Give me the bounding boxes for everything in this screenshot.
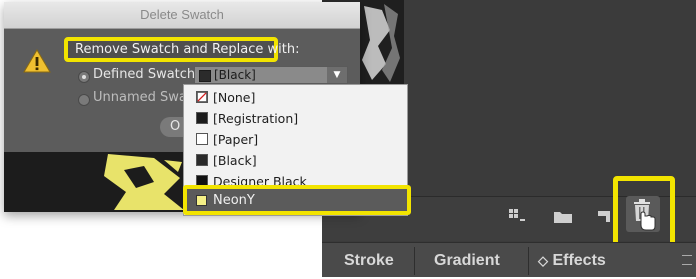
defined-swatch-radio[interactable] — [78, 71, 90, 83]
selected-swatch-chip — [199, 70, 211, 82]
diamond-icon: ◇ — [538, 253, 548, 268]
paper-swatch-chip — [196, 133, 208, 145]
black-swatch-chip — [196, 154, 208, 166]
neony-swatch-chip — [196, 195, 207, 206]
tab-divider — [528, 247, 529, 275]
background-artwork — [360, 0, 404, 84]
list-item-neony-highlighted[interactable]: NeonY — [183, 185, 411, 215]
selected-swatch-value: [Black] — [214, 68, 256, 82]
list-item[interactable]: [Registration] — [184, 108, 407, 129]
list-item[interactable]: [None] — [184, 87, 407, 108]
warning-triangle-icon — [23, 49, 51, 73]
swatch-view-grid-icon[interactable] — [505, 206, 529, 226]
registration-swatch-chip — [196, 112, 208, 124]
chevron-down-icon[interactable]: ▼ — [327, 67, 347, 83]
defined-swatch-label: Defined Swatch: — [93, 67, 200, 82]
new-color-group-folder-icon[interactable] — [551, 206, 575, 226]
dialog-title: Delete Swatch — [4, 2, 360, 29]
tab-gradient[interactable]: Gradient — [434, 243, 500, 277]
tab-divider — [414, 247, 415, 275]
panel-menu-icon[interactable] — [682, 255, 692, 265]
replace-heading: Remove Swatch and Replace with: — [75, 42, 300, 57]
list-item[interactable]: [Black] — [184, 150, 407, 171]
tab-effects[interactable]: ◇ Effects — [538, 243, 606, 277]
tab-stroke[interactable]: Stroke — [344, 243, 394, 277]
list-item-label: [None] — [213, 90, 256, 105]
list-item-label: [Black] — [213, 153, 257, 168]
defined-swatch-select[interactable]: [Black] ▼ — [194, 66, 348, 84]
list-item-label: NeonY — [213, 193, 255, 208]
none-swatch-icon — [196, 91, 208, 103]
list-item-label: [Registration] — [213, 111, 299, 126]
panel-tab-bar: Stroke Gradient ◇ Effects — [322, 242, 696, 277]
tab-effects-label: Effects — [552, 252, 606, 269]
list-item-label: [Paper] — [213, 132, 259, 147]
unnamed-swatch-radio[interactable] — [78, 94, 90, 106]
list-item[interactable]: [Paper] — [184, 129, 407, 150]
